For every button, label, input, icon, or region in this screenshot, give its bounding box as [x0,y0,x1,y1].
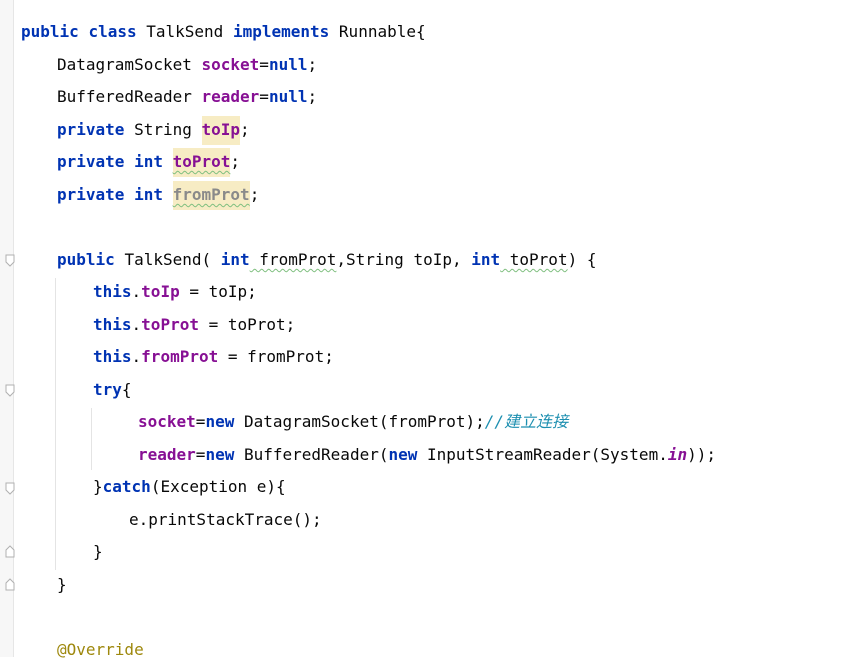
inline-comment: //建立连接 [484,412,569,431]
reader-statement-line: reader=new BufferedReader(new InputStrea… [138,445,716,464]
close-constructor-line: } [57,575,67,594]
print-stack-trace-line: e.printStackTrace(); [129,510,322,529]
field-toip-line: private String toIp; [57,116,250,145]
field-fromprot-line: private int fromProt; [57,181,259,210]
code-editor[interactable]: public class TalkSend implements Runnabl… [0,0,860,659]
try-line: try{ [93,380,132,399]
assign-toip-line: this.toIp = toIp; [93,282,257,301]
assign-fromprot-line: this.fromProt = fromProt; [93,347,334,366]
constructor-signature-line: public TalkSend( int fromProt,String toI… [57,250,597,269]
close-catch-line: } [93,542,103,561]
field-toprot-line: private int toProt; [57,148,240,177]
class-declaration-line: public class TalkSend implements Runnabl… [21,22,426,41]
catch-line: }catch(Exception e){ [93,477,286,496]
assign-toprot-line: this.toProt = toProt; [93,315,296,334]
field-reader-line: BufferedReader reader=null; [57,87,318,106]
annotation-line: @Override [57,640,144,659]
field-socket-line: DatagramSocket socket=null; [57,55,318,74]
socket-statement-line: socket=new DatagramSocket(fromProt);//建立… [138,412,569,431]
